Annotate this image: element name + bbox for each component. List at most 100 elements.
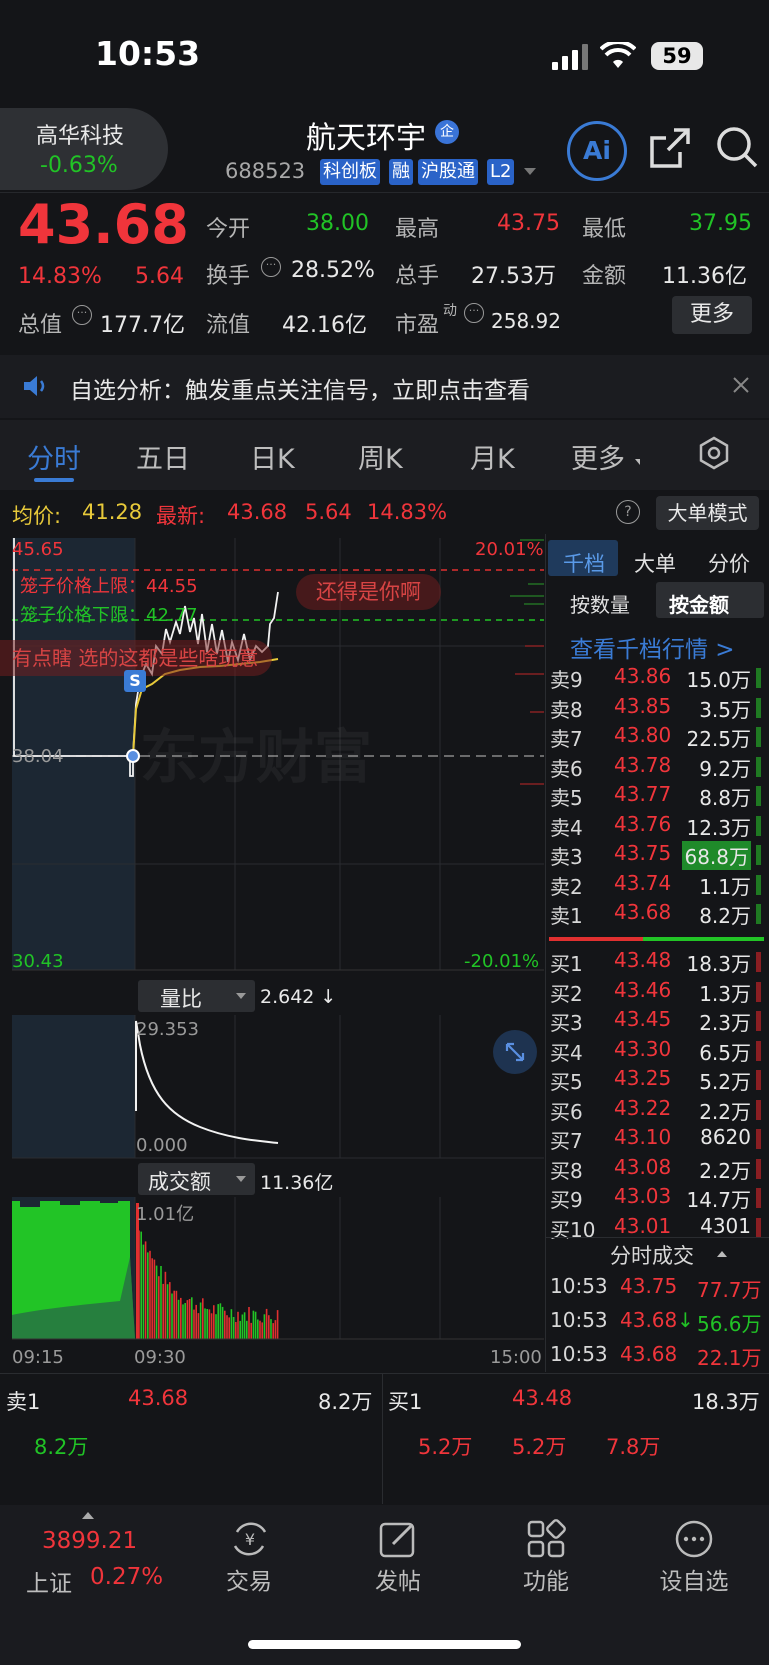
close-icon[interactable] bbox=[731, 375, 751, 395]
ask-row[interactable]: 卖5 43.77 8.8万 bbox=[548, 782, 763, 811]
tab-indicator bbox=[34, 478, 74, 482]
ask-row[interactable]: 卖7 43.80 22.5万 bbox=[548, 723, 763, 752]
bid-row[interactable]: 买2 43.46 1.3万 bbox=[548, 978, 763, 1007]
view-depth-link[interactable]: 查看千档行情 > bbox=[570, 630, 735, 664]
info-icon[interactable]: ··· bbox=[72, 305, 92, 325]
amount-panel-label[interactable]: 成交额 bbox=[148, 1166, 211, 1196]
bid-row[interactable]: 买3 43.45 2.3万 bbox=[548, 1007, 763, 1036]
ask-volume: 8.2万 bbox=[699, 904, 751, 928]
tag-margin: 融 bbox=[389, 159, 413, 185]
bid-row[interactable]: 买5 43.25 5.2万 bbox=[548, 1066, 763, 1095]
high-value: 43.75 bbox=[497, 211, 560, 236]
volume-bar bbox=[208, 1309, 211, 1339]
bid-row[interactable]: 买1 43.48 18.3万 bbox=[548, 948, 763, 977]
notice-text[interactable]: 自选分析：触发重点关注信号，立即点击查看 bbox=[70, 371, 530, 405]
trades-title[interactable]: 分时成交 bbox=[610, 1240, 694, 1270]
battery-level: 59 bbox=[662, 44, 692, 68]
related-stock-name[interactable]: 高华科技 bbox=[36, 118, 124, 150]
signal-marker[interactable]: S bbox=[124, 670, 146, 692]
ask-level-label: 卖7 bbox=[550, 727, 583, 751]
speaker-icon bbox=[22, 374, 50, 398]
bid-volume: 8620 bbox=[700, 1125, 751, 1149]
float-label: 流值 bbox=[206, 313, 251, 338]
nav-post[interactable]: 发帖 bbox=[338, 1562, 458, 1596]
big-order-mode-button[interactable]: 大单模式 bbox=[656, 496, 759, 530]
tab-monthly-k[interactable]: 月K bbox=[470, 437, 515, 476]
level-sell-vol: 8.2万 bbox=[318, 1390, 373, 1414]
ask-row[interactable]: 卖4 43.76 12.3万 bbox=[548, 812, 763, 841]
bid-row[interactable]: 买8 43.08 2.2万 bbox=[548, 1155, 763, 1184]
more-quote-button[interactable]: 更多 bbox=[672, 296, 752, 334]
ai-button[interactable]: Ai bbox=[567, 121, 627, 181]
ask-row[interactable]: 卖2 43.74 1.1万 bbox=[548, 871, 763, 900]
tab-intraday[interactable]: 分时 bbox=[27, 437, 81, 476]
ask-row[interactable]: 卖6 43.78 9.2万 bbox=[548, 753, 763, 782]
search-icon[interactable] bbox=[714, 124, 760, 170]
volume-bar bbox=[160, 1266, 162, 1339]
bid-volume: 6.5万 bbox=[699, 1040, 751, 1065]
tab-daily-k[interactable]: 日K bbox=[250, 437, 295, 476]
volume-bar bbox=[243, 1312, 246, 1339]
bid-row[interactable]: 买10 43.01 4301 bbox=[548, 1214, 763, 1243]
bid-volume: 1.3万 bbox=[699, 981, 751, 1006]
ask-depth-bar bbox=[756, 786, 761, 806]
nav-trade[interactable]: 交易 bbox=[189, 1562, 309, 1596]
level-sell-detail: 8.2万 bbox=[34, 1435, 89, 1459]
settings-icon[interactable] bbox=[697, 436, 731, 470]
ask-row[interactable]: 卖9 43.86 15.0万 bbox=[548, 664, 763, 693]
bid-row[interactable]: 买4 43.30 6.5万 bbox=[548, 1037, 763, 1066]
bid-row[interactable]: 买6 43.22 2.2万 bbox=[548, 1096, 763, 1125]
volume-bar bbox=[276, 1310, 279, 1339]
ratio-label[interactable]: 量比 bbox=[160, 983, 202, 1013]
ask-depth-bar bbox=[756, 845, 761, 865]
volume-bar bbox=[184, 1303, 186, 1339]
ask-row[interactable]: 卖3 43.75 68.8万 bbox=[548, 841, 763, 870]
turnover-value: 28.52% bbox=[291, 258, 375, 283]
post-icon[interactable] bbox=[377, 1518, 419, 1560]
index-name[interactable]: 上证 bbox=[26, 1564, 72, 1598]
by-amount-toggle[interactable]: 按金额 bbox=[669, 589, 729, 618]
change-percent: 14.83% bbox=[18, 264, 102, 289]
index-value[interactable]: 3899.21 bbox=[42, 1528, 137, 1554]
bid-level-label: 买2 bbox=[550, 981, 583, 1006]
tab-big-orders[interactable]: 大单 bbox=[634, 548, 676, 578]
tab-weekly-k[interactable]: 周K bbox=[358, 437, 403, 476]
time-continuous: 09:30 bbox=[134, 1347, 186, 1368]
help-icon[interactable]: ? bbox=[616, 500, 640, 524]
ask-row[interactable]: 卖1 43.68 8.2万 bbox=[548, 900, 763, 929]
info-icon[interactable]: ··· bbox=[464, 303, 484, 323]
info-icon[interactable]: ··· bbox=[261, 257, 281, 277]
more-circle-icon[interactable] bbox=[673, 1518, 715, 1560]
tab-more[interactable]: 更多 bbox=[571, 437, 625, 476]
ask-level-label: 卖2 bbox=[550, 874, 583, 899]
volume-bar bbox=[140, 1231, 142, 1339]
tab-five-day[interactable]: 五日 bbox=[136, 437, 190, 476]
chevron-down-icon[interactable] bbox=[524, 168, 536, 175]
nav-add-watchlist[interactable]: 设自选 bbox=[634, 1562, 754, 1596]
ask-level-label: 卖4 bbox=[550, 815, 583, 840]
ask-row[interactable]: 卖8 43.85 3.5万 bbox=[548, 694, 763, 723]
apps-icon[interactable] bbox=[525, 1518, 567, 1560]
danmu-bubble: 还得是你啊 bbox=[296, 574, 441, 610]
tab-order-depth[interactable]: 千档 bbox=[563, 548, 605, 578]
trade-time: 10:53 bbox=[550, 1342, 608, 1366]
chevron-up-icon[interactable] bbox=[82, 1512, 94, 1519]
trade-icon[interactable]: ¥ bbox=[229, 1518, 271, 1560]
tab-price-dist[interactable]: 分价 bbox=[708, 548, 750, 578]
share-icon[interactable] bbox=[648, 126, 692, 170]
ask-volume: 3.5万 bbox=[699, 697, 751, 722]
ask-price: 43.74 bbox=[614, 870, 672, 895]
trade-time: 10:53 bbox=[550, 1274, 608, 1298]
volume-bar bbox=[153, 1259, 156, 1339]
bid-row[interactable]: 买7 43.10 8620 bbox=[548, 1125, 763, 1154]
by-quantity-toggle[interactable]: 按数量 bbox=[570, 589, 630, 618]
nav-functions[interactable]: 功能 bbox=[486, 1562, 606, 1596]
level-buy-vol: 18.3万 bbox=[692, 1390, 760, 1414]
expand-icon[interactable] bbox=[493, 1030, 537, 1074]
ask-depth-bar bbox=[756, 697, 761, 718]
volume-bar bbox=[215, 1314, 217, 1339]
volume-bar bbox=[263, 1314, 266, 1339]
bid-row[interactable]: 买9 43.03 14.7万 bbox=[548, 1184, 763, 1213]
volume-bar bbox=[219, 1303, 222, 1339]
chevron-up-icon[interactable] bbox=[717, 1251, 727, 1257]
